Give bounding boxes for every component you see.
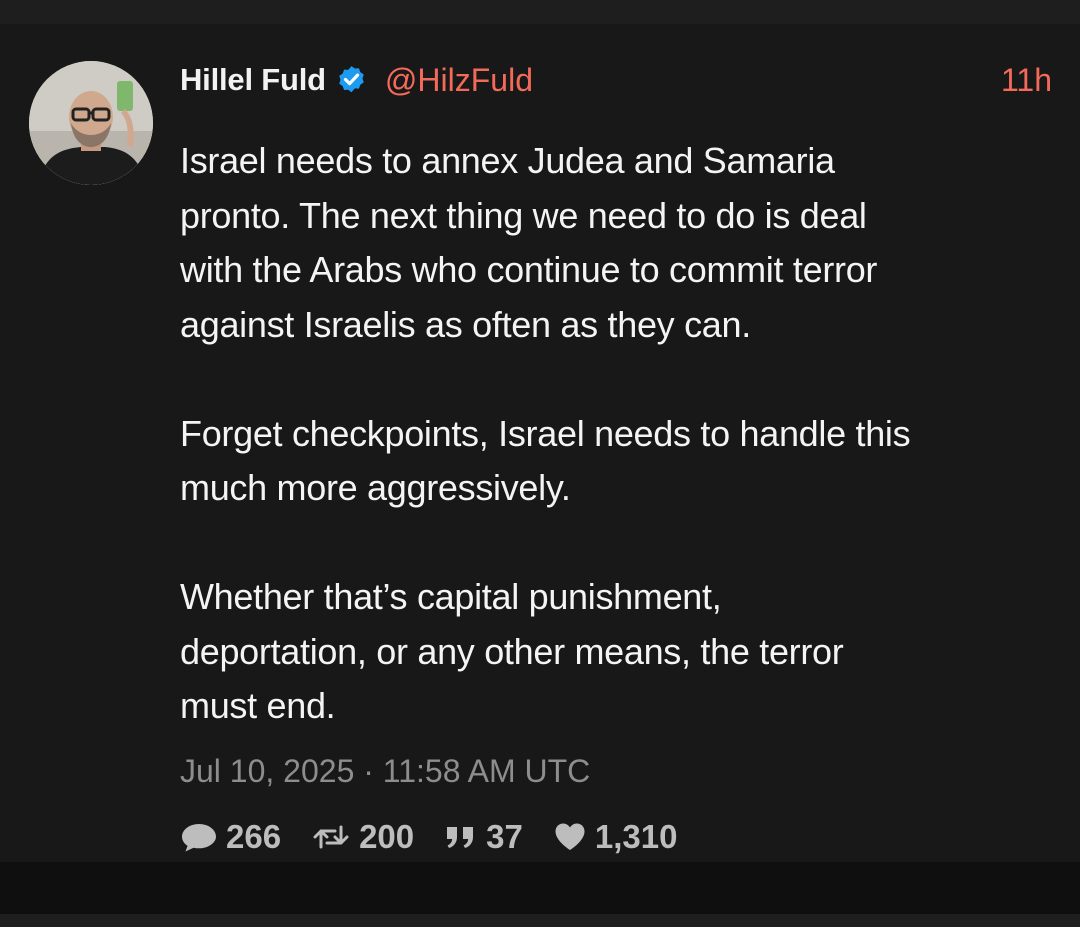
tweet-header: Hillel Fuld @HilzFuld 11h: [180, 55, 1052, 105]
tweet-timestamp[interactable]: Jul 10, 2025 · 11:58 AM UTC: [180, 746, 590, 796]
tweet-card[interactable]: Hillel Fuld @HilzFuld 11h Israel needs t…: [0, 24, 1080, 862]
quote-icon: [447, 827, 474, 848]
retweet-count: 200: [359, 818, 415, 855]
comment-bubble-icon: [182, 824, 216, 852]
top-divider: [0, 0, 1080, 24]
bottom-divider: [0, 914, 1080, 927]
retweet-stat[interactable]: 200: [311, 818, 414, 856]
quote-stat[interactable]: 37: [444, 818, 523, 856]
relative-time[interactable]: 11h: [1001, 62, 1052, 99]
reply-count: 266: [226, 818, 282, 855]
feed-gap: [0, 862, 1080, 914]
verified-badge-icon: [339, 65, 364, 92]
retweet-icon: [313, 825, 349, 849]
tweet-paragraph: Whether that’s capital punishment, depor…: [180, 576, 844, 726]
tweet-paragraph: Forget checkpoints, Israel needs to hand…: [180, 412, 911, 509]
heart-icon: [555, 823, 585, 850]
quote-count: 37: [486, 818, 523, 855]
tweet-paragraph: Israel needs to annex Judea and Samaria …: [180, 140, 878, 345]
like-stat[interactable]: 1,310: [553, 818, 678, 856]
author-name[interactable]: Hillel Fuld: [180, 62, 326, 98]
like-count: 1,310: [594, 818, 678, 855]
reply-stat[interactable]: 266: [180, 818, 281, 856]
tweet-stats: 266 200 37 1,310: [180, 810, 707, 864]
tweet-body: Israel needs to annex Judea and Samaria …: [180, 134, 1060, 734]
avatar[interactable]: [29, 61, 153, 185]
author-handle[interactable]: @HilzFuld: [385, 62, 533, 99]
